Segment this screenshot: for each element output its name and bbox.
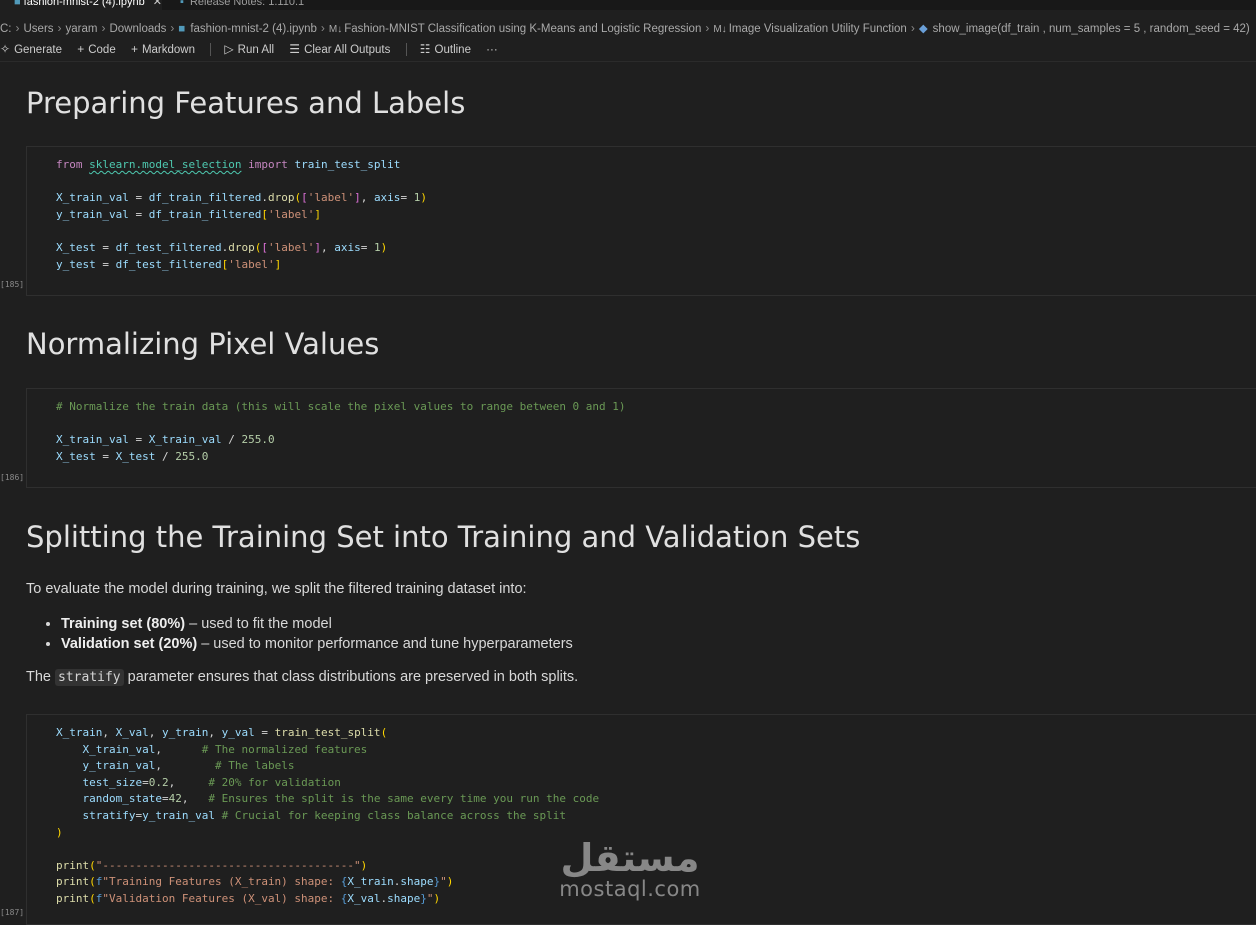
- python-icon: ◆: [918, 23, 928, 35]
- notebook-file-icon: ■: [14, 0, 21, 8]
- generate-button[interactable]: ✧ Generate: [0, 40, 62, 59]
- tab-notebook-label: fashion-mnist-2 (4).ipynb: [23, 0, 145, 8]
- editor-tabs: ■ fashion-mnist-2 (4).ipynb ✕ ▪ Release No…: [0, 0, 1256, 10]
- code-cell[interactable]: # Normalize the train data (this will sc…: [26, 388, 1256, 488]
- toolbar-divider: [405, 43, 407, 57]
- add-markdown-button[interactable]: + Markdown: [131, 40, 195, 59]
- list-item: Training set (80%) – used to fit the mod…: [61, 614, 573, 634]
- watermark-latin: mostaql.com: [559, 877, 701, 901]
- breadcrumb-file[interactable]: fashion-mnist-2 (4).ipynb: [190, 20, 317, 38]
- clear-outputs-icon: ☰: [289, 42, 301, 56]
- add-markdown-label: Markdown: [141, 44, 196, 56]
- plus-icon: +: [130, 42, 138, 56]
- bullet-1-bold: Training set (80%): [61, 616, 186, 632]
- list-item: Validation set (20%) – used to monitor p…: [61, 634, 573, 654]
- clear-all-label: Clear All Outputs: [304, 44, 391, 56]
- run-all-button[interactable]: ▷ Run All: [224, 40, 274, 59]
- tab-release-notes[interactable]: ▪ Release Notes: 1.110.1: [176, 0, 304, 10]
- release-notes-icon: ▪: [180, 0, 184, 8]
- markdown-icon: M↓: [713, 24, 727, 35]
- breadcrumb-symbol[interactable]: show_image(df_train , num_samples = 5 , …: [933, 20, 1250, 38]
- execution-count: [185]: [0, 280, 25, 289]
- breadcrumb-user[interactable]: yaram: [66, 20, 98, 38]
- bullet-2-bold: Validation set (20%): [61, 636, 198, 652]
- add-code-button[interactable]: + Code: [77, 40, 116, 59]
- tab-release-notes-label: Release Notes: 1.110.1: [189, 0, 305, 8]
- plus-icon: +: [77, 42, 85, 56]
- markdown-icon: M↓: [328, 24, 343, 35]
- para-post: parameter ensures that class distributio…: [123, 669, 579, 685]
- run-all-label: Run All: [237, 44, 275, 56]
- outline-label: Outline: [434, 44, 471, 56]
- chevron-right-icon: ›: [910, 21, 915, 35]
- markdown-intro: To evaluate the model during training, w…: [26, 581, 527, 597]
- chevron-right-icon: ›: [320, 21, 325, 35]
- execution-count: [187]: [0, 908, 25, 917]
- clear-all-outputs-button[interactable]: ☰ Clear All Outputs: [289, 40, 390, 59]
- run-all-icon: ▷: [224, 42, 234, 56]
- breadcrumb: C: › Users › yaram › Downloads › ■ fashion-mnist-…: [0, 19, 1250, 37]
- chevron-right-icon: ›: [15, 21, 20, 35]
- code-editor[interactable]: from sklearn.model_selection import trai…: [56, 157, 427, 273]
- heading-splitting-training-set: Splitting the Training Set into Training…: [26, 520, 861, 554]
- mostaql-watermark: مستقل mostaql.com: [550, 838, 710, 900]
- watermark-arabic: مستقل: [560, 836, 700, 880]
- execution-count: [186]: [0, 473, 25, 482]
- generate-label: Generate: [14, 44, 63, 56]
- breadcrumb-drive[interactable]: C:: [0, 20, 12, 38]
- breadcrumb-downloads[interactable]: Downloads: [109, 20, 166, 38]
- sparkle-icon: ✧: [0, 42, 11, 56]
- breadcrumb-section-2[interactable]: Image Visualization Utility Function: [729, 20, 907, 38]
- more-icon: ···: [486, 44, 498, 56]
- breadcrumb-users[interactable]: Users: [24, 20, 54, 38]
- markdown-stratify-paragraph: The stratify parameter ensures that clas…: [26, 669, 579, 686]
- bullet-1-text: – used to fit the model: [185, 616, 332, 632]
- code-editor[interactable]: # Normalize the train data (this will sc…: [56, 399, 626, 465]
- code-editor[interactable]: X_train, X_val, y_train, y_val = train_t…: [56, 725, 599, 908]
- markdown-bullet-list: Training set (80%) – used to fit the mod…: [26, 614, 573, 654]
- para-pre: The: [26, 669, 56, 685]
- bullet-2-text: – used to monitor performance and tune h…: [197, 636, 573, 652]
- code-cell[interactable]: from sklearn.model_selection import trai…: [26, 146, 1256, 296]
- heading-preparing-features: Preparing Features and Labels: [26, 86, 466, 120]
- close-icon[interactable]: ✕: [153, 0, 162, 8]
- inline-code: stratify: [55, 669, 124, 686]
- toolbar-divider-line: [0, 61, 1256, 62]
- chevron-right-icon: ›: [705, 21, 710, 35]
- breadcrumb-section-1[interactable]: Fashion-MNIST Classification using K-Mea…: [344, 20, 701, 38]
- chevron-right-icon: ›: [170, 21, 175, 35]
- tab-notebook[interactable]: ■ fashion-mnist-2 (4).ipynb ✕: [0, 0, 162, 10]
- add-code-label: Code: [88, 44, 116, 56]
- chevron-right-icon: ›: [101, 21, 106, 35]
- more-actions-button[interactable]: ···: [486, 41, 498, 59]
- notebook-file-icon: ■: [178, 23, 186, 35]
- toolbar-divider: [210, 43, 212, 57]
- notebook-toolbar: ✧ Generate + Code + Markdown ▷ Run All ☰ Clea…: [0, 40, 510, 58]
- outline-button[interactable]: ☷ Outline: [420, 40, 471, 59]
- heading-normalizing-pixels: Normalizing Pixel Values: [26, 327, 380, 361]
- chevron-right-icon: ›: [57, 21, 62, 35]
- list-icon: ☷: [419, 42, 431, 56]
